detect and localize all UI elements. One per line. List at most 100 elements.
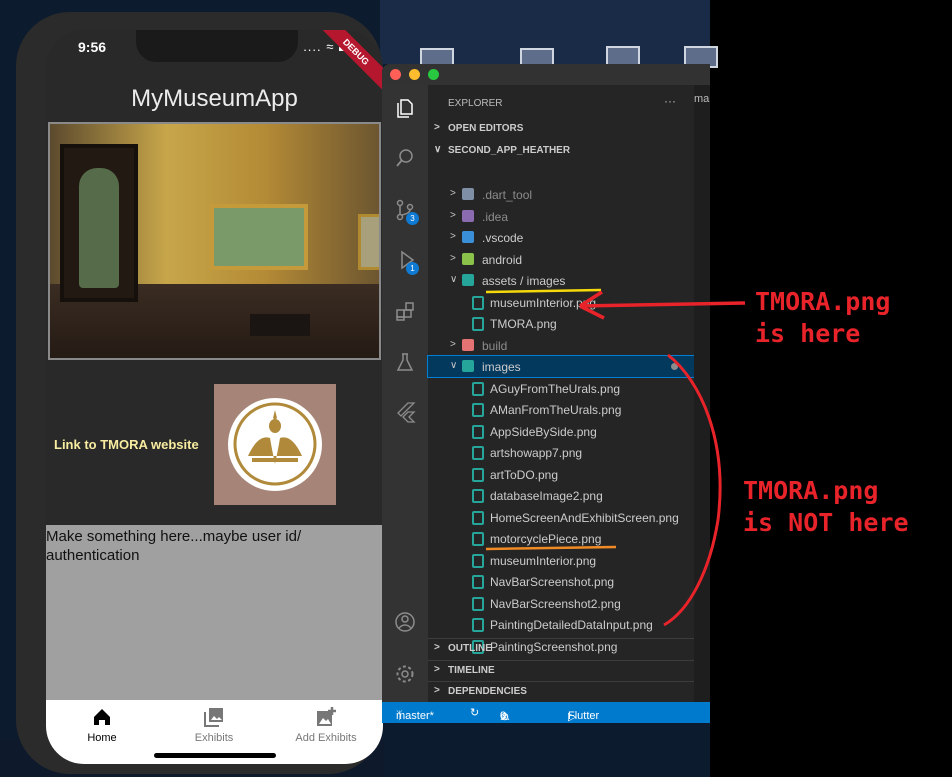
folder-icon — [462, 209, 474, 222]
editor-tab[interactable]: mai — [694, 93, 710, 105]
modified-dot-icon — [671, 363, 678, 370]
nav-home[interactable]: Home — [46, 706, 158, 744]
close-window-button[interactable] — [390, 69, 401, 80]
folder-icon — [462, 188, 474, 200]
gear-icon — [396, 665, 414, 683]
tree-file[interactable]: PaintingDetailedDataInput.png — [428, 614, 694, 635]
image-file-icon — [472, 618, 484, 632]
tree-item-label: NavBarScreenshot.png — [490, 575, 615, 589]
editor-area[interactable]: mai — [694, 85, 710, 702]
tree-item-label: museumInterior.png — [490, 553, 597, 568]
tree-item-label: .vscode — [482, 231, 524, 245]
tree-folder[interactable]: ∨ images — [427, 355, 695, 378]
tree-folder[interactable]: ∨ assets / images — [428, 270, 694, 291]
tree-item-label: AManFromTheUrals.png — [490, 403, 622, 417]
chevron-down-icon: ∨ — [434, 144, 442, 155]
accounts-activity[interactable] — [382, 605, 428, 639]
search-activity[interactable] — [382, 141, 428, 175]
flutter-icon — [397, 402, 416, 423]
project-section[interactable]: ∨ SECOND_APP_HEATHER — [428, 141, 694, 161]
chevron-right-icon: > — [450, 188, 456, 199]
explorer-more-actions[interactable]: ··· — [664, 94, 676, 108]
tree-file[interactable]: motorcyclePiece.png — [428, 528, 694, 549]
tree-file[interactable]: artshowapp7.png — [428, 442, 694, 463]
tree-item-label: .idea — [482, 209, 509, 224]
chevron-down-icon: ∨ — [450, 274, 458, 285]
tree-file[interactable]: TMORA.png — [428, 313, 694, 334]
tree-file[interactable]: museumInterior.png — [428, 292, 694, 313]
nav-add-exhibits[interactable]: Add Exhibits — [270, 706, 382, 744]
minimize-window-button[interactable] — [409, 69, 420, 80]
outline-section[interactable]: > OUTLINE — [428, 638, 694, 659]
tree-file[interactable]: museumInterior.png — [428, 550, 694, 571]
tree-file[interactable]: databaseImage2.png — [428, 485, 694, 506]
tree-item-label: build — [482, 338, 508, 353]
tree-file[interactable]: AManFromTheUrals.png — [428, 399, 694, 420]
folder-icon — [462, 360, 474, 372]
open-editors-section[interactable]: > OPEN EDITORS — [428, 119, 694, 139]
sync-icon[interactable]: ↻ — [470, 706, 479, 719]
annotation-is-here: TMORA.png is here — [755, 286, 890, 350]
extensions-activity[interactable] — [382, 295, 428, 329]
tree-file[interactable]: AGuyFromTheUrals.png — [428, 378, 694, 399]
files-icon — [397, 99, 413, 118]
image-file-icon — [472, 575, 484, 589]
device-notch — [136, 30, 298, 62]
tree-item-label: artToDO.png — [490, 467, 559, 482]
nav-add-exhibits-label: Add Exhibits — [295, 732, 357, 744]
phone-screen: 9:56 .... ≈ ▬ DEBUG MyMuseumApp Link to … — [46, 30, 383, 764]
explorer-activity[interactable] — [382, 91, 428, 125]
tmora-link-row: Link to TMORA website — [46, 362, 383, 525]
tree-folder[interactable]: > android — [428, 249, 694, 270]
chevron-down-icon: ∨ — [450, 360, 458, 371]
gallery-icon — [204, 708, 223, 727]
tree-item-label: PaintingDetailedDataInput.png — [490, 618, 653, 632]
account-icon — [395, 612, 415, 632]
tree-folder[interactable]: > .idea — [428, 206, 694, 227]
testing-activity[interactable] — [382, 345, 428, 379]
image-file-icon — [472, 446, 484, 460]
annotation-is-here-text: TMORA.png is here — [755, 287, 891, 348]
tree-file[interactable]: artToDO.png — [428, 464, 694, 485]
branch-name: master* — [396, 710, 434, 722]
tmora-logo-image[interactable] — [214, 384, 336, 505]
dependencies-label: DEPENDENCIES — [448, 686, 527, 697]
annotation-is-not-here-text: TMORA.png is NOT here — [743, 476, 909, 537]
home-icon — [94, 709, 110, 725]
tree-file[interactable]: NavBarScreenshot2.png — [428, 593, 694, 614]
run-debug-activity[interactable]: 1 — [382, 243, 428, 277]
tree-folder[interactable]: > build — [428, 335, 694, 356]
dependencies-section[interactable]: > DEPENDENCIES — [428, 681, 694, 702]
tree-file[interactable]: NavBarScreenshot.png — [428, 571, 694, 592]
timeline-section[interactable]: > TIMELINE — [428, 660, 694, 681]
image-file-icon — [472, 596, 484, 611]
maximize-window-button[interactable] — [428, 69, 439, 80]
tree-folder[interactable]: > .vscode — [428, 227, 694, 248]
window-titlebar — [382, 64, 710, 85]
chevron-right-icon: > — [434, 685, 440, 696]
tree-file[interactable]: HomeScreenAndExhibitScreen.png — [428, 507, 694, 528]
folder-icon — [462, 338, 474, 351]
explorer-title: EXPLORER — [448, 98, 503, 109]
tree-folder[interactable]: > .dart_tool — [428, 184, 694, 205]
chevron-right-icon: > — [450, 338, 456, 350]
warning-count: 0 — [500, 710, 507, 722]
tree-item-label: museumInterior.png — [490, 295, 597, 310]
manage-activity[interactable] — [382, 657, 428, 691]
tree-item-label: images — [482, 360, 521, 374]
search-icon — [396, 149, 413, 167]
flutter-activity[interactable] — [382, 395, 428, 429]
flutter-status-text: Flutter (second_app_Hea — [568, 710, 658, 723]
placeholder-text: Make something here...maybe user id/ aut… — [46, 528, 302, 564]
tree-item-label: NavBarScreenshot2.png — [490, 596, 621, 611]
phone-simulator: 9:56 .... ≈ ▬ DEBUG MyMuseumApp Link to … — [16, 12, 383, 774]
nav-home-label: Home — [87, 732, 117, 744]
source-control-badge: 3 — [406, 212, 419, 225]
source-control-activity[interactable]: 3 — [382, 193, 428, 227]
tree-file[interactable]: AppSideBySide.png — [428, 421, 694, 442]
image-file-icon — [472, 510, 484, 525]
nav-exhibits[interactable]: Exhibits — [158, 706, 270, 744]
nav-exhibits-label: Exhibits — [194, 732, 234, 744]
extensions-icon — [396, 302, 414, 321]
tmora-link[interactable]: Link to TMORA website — [54, 437, 199, 452]
